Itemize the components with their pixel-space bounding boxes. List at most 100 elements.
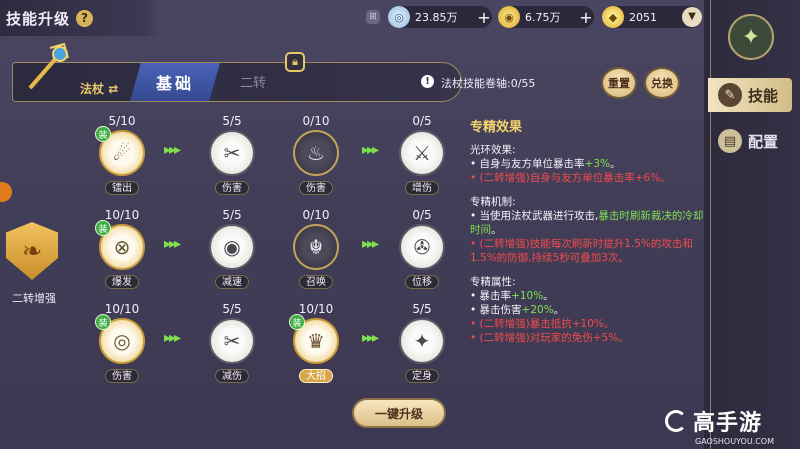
skill-name: 伤害 — [299, 181, 333, 195]
skill-icon: ✦ — [399, 318, 445, 364]
brand-logo-icon — [665, 410, 687, 432]
upgrade-arrow-icon: ▸▸▸ — [362, 142, 379, 158]
skill-name: 爆发 — [105, 275, 139, 289]
tab-config-label: 配置 — [748, 132, 779, 151]
effect-section: 光环效果: • 自身与友方单位暴击率+3%。 • (二转增强)自身与友方单位暴击率+… — [470, 143, 704, 185]
crystal-value: 23.85万 — [415, 11, 458, 24]
skill-name: 减伤 — [215, 369, 249, 383]
effect-line: • 暴击伤害+20%。 — [470, 304, 565, 316]
upgrade-arrow-icon: ▸▸▸ — [164, 236, 181, 252]
watermark: 高手游 GAOSHOUYOU.COM — [665, 405, 800, 449]
skill-node[interactable]: 0/5 ⚔ 增伤 — [392, 114, 452, 195]
specialization-panel: 专精效果光环效果: • 自身与友方单位暴击率+3%。 • (二转增强)自身与友方单位… — [470, 116, 704, 436]
add-crystal-button[interactable]: + — [476, 8, 492, 27]
skill-node[interactable]: 10/10 ♛ 大招装 — [286, 302, 346, 383]
swap-weapon-icon: ⇄ — [108, 82, 119, 96]
tab-skills[interactable]: ✎ 技能 — [708, 78, 792, 112]
effect-line: • (二转增强)自身与友方单位暴击率+6%。 — [470, 172, 671, 184]
crystal-icon: ◎ — [388, 6, 410, 28]
skill-name: 定身 — [405, 369, 439, 383]
skill-book-icon: ✎ — [718, 83, 742, 107]
skill-icon: ⚔ — [399, 130, 445, 176]
skill-level: 5/5 — [222, 114, 242, 128]
skill-level: 5/5 — [222, 208, 242, 222]
gem-resource: ◆ 2051 ▼ — [602, 6, 702, 28]
effect-line: • 当使用法杖武器进行攻击,暴击时刷新裁决的冷却时间。 — [470, 210, 704, 236]
tab-config[interactable]: ▤ 配置 — [708, 124, 792, 158]
equipped-badge: 装 — [289, 314, 305, 330]
skill-level: 0/5 — [412, 208, 432, 222]
skill-upgrade-screen: 技能升级 ? ⊞ ◎ 23.85万 + ◉ 6.75万 + ◆ 2051 ▼ ✦… — [0, 0, 800, 449]
effect-line: • (二转增强)暴击抵抗+10%。 — [470, 318, 615, 330]
skill-node[interactable]: 5/5 ✂ 减伤 — [202, 302, 262, 383]
upgrade-arrow-icon: ▸▸▸ — [362, 236, 379, 252]
skill-node[interactable]: 5/5 ✦ 定身 — [392, 302, 452, 383]
skill-name: 减速 — [215, 275, 249, 289]
class-emblem-icon[interactable]: ✦ — [728, 14, 774, 60]
upgrade-arrow-icon: ▸▸▸ — [164, 142, 181, 158]
staff-weapon-icon[interactable] — [20, 42, 72, 94]
equipped-badge: 装 — [95, 220, 111, 236]
effect-line: • 自身与友方单位暴击率+3%。 — [470, 158, 621, 170]
skill-name: 增伤 — [405, 181, 439, 195]
effect-line: • (二转增强)对玩家的免伤+5%。 — [470, 332, 629, 344]
skill-icon: ♨ — [293, 130, 339, 176]
advance-boost-icon[interactable]: ❧ — [6, 222, 58, 280]
gold-coin-icon: ◉ — [498, 6, 520, 28]
weapon-selector[interactable]: 法杖 ⇄ — [80, 80, 118, 97]
skill-node[interactable]: 0/5 ✇ 位移 — [392, 208, 452, 289]
skill-node[interactable]: 5/5 ◉ 减速 — [202, 208, 262, 289]
add-gold-button[interactable]: + — [578, 8, 594, 27]
skill-level: 0/10 — [302, 114, 330, 128]
skill-node[interactable]: 10/10 ◎ 伤害装 — [92, 302, 152, 383]
upgrade-arrow-icon: ▸▸▸ — [362, 330, 379, 346]
skill-name: 位移 — [405, 275, 439, 289]
tab-skills-label: 技能 — [748, 86, 779, 105]
swap-button[interactable]: 兑换 — [644, 67, 680, 99]
effect-section-title: 光环效果: — [470, 144, 516, 156]
skill-level: 5/5 — [412, 302, 432, 316]
advance-boost-label: 二转增强 — [12, 292, 56, 305]
skill-level: 0/5 — [412, 114, 432, 128]
skill-name: 伤害 — [105, 369, 139, 383]
effect-section: 专精机制: • 当使用法杖武器进行攻击,暴击时刷新裁决的冷却时间。 • (二转增强)… — [470, 195, 704, 265]
skill-node[interactable]: 0/10 ♨ 伤害 — [286, 114, 346, 195]
skill-icon: ✂ — [209, 130, 255, 176]
skill-node[interactable]: 0/10 ☬ 召唤 — [286, 208, 346, 289]
equipped-badge: 装 — [95, 126, 111, 142]
skill-name: 伤害 — [215, 181, 249, 195]
skill-level: 0/10 — [302, 208, 330, 222]
upgrade-arrow-icon: ▸▸▸ — [164, 330, 181, 346]
skill-name: 召唤 — [299, 275, 333, 289]
help-icon[interactable]: ? — [76, 9, 94, 27]
skill-icon: ◉ — [209, 224, 255, 270]
crystal-resource: ◎ 23.85万 + — [388, 6, 492, 28]
info-icon: ! — [421, 75, 434, 88]
notification-orb-icon[interactable] — [0, 182, 12, 202]
skill-node[interactable]: 5/10 ☄ 镭出装 — [92, 114, 152, 195]
skill-node[interactable]: 5/5 ✂ 伤害 — [202, 114, 262, 195]
skill-node[interactable]: 10/10 ⊗ 爆发装 — [92, 208, 152, 289]
menu-grid-icon[interactable]: ⊞ — [366, 10, 380, 24]
gold-value: 6.75万 — [525, 11, 561, 24]
skill-name: 镭出 — [105, 181, 139, 195]
effect-section: 专精属性: • 暴击率+10%。 • 暴击伤害+20%。 • (二转增强)暴击抵抗+1… — [470, 275, 704, 345]
watermark-url: GAOSHOUYOU.COM — [695, 437, 775, 446]
effect-section-title: 专精属性: — [470, 276, 516, 288]
skill-icon: ☬ — [293, 224, 339, 270]
effect-line: • 暴击率+10%。 — [470, 290, 554, 302]
upgrade-all-button[interactable]: 一键升级 — [352, 398, 446, 428]
tab-basic[interactable]: 基础 — [130, 63, 220, 101]
effect-line: • (二转增强)技能每次刷新时提升1.5%的攻击和1.5%的防御,持续5秒可叠加… — [470, 238, 693, 264]
page-title: 技能升级 — [6, 9, 71, 28]
reset-button[interactable]: 重置 — [601, 67, 637, 99]
gold-resource: ◉ 6.75万 + — [498, 6, 594, 28]
gem-value: 2051 — [629, 10, 657, 24]
tab-advanced[interactable]: 二转 — [240, 72, 266, 91]
effect-section-title: 专精机制: — [470, 196, 516, 208]
expand-resources-button[interactable]: ▼ — [682, 7, 702, 27]
scroll-icon: ▤ — [718, 129, 742, 153]
watermark-brand: 高手游 — [693, 411, 763, 436]
scroll-count: 法杖技能卷轴:0/55 — [441, 77, 536, 90]
specialization-heading: 专精效果 — [470, 120, 523, 135]
